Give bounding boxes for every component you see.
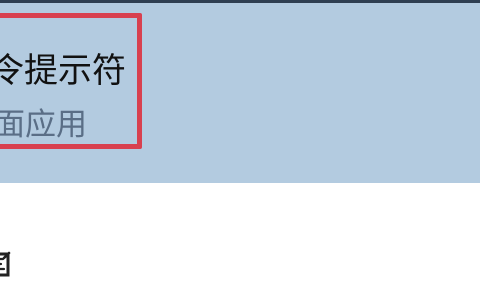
app-icon[interactable] [0, 249, 12, 279]
lower-results-panel [0, 183, 480, 300]
result-subtitle: 面应用 [0, 107, 87, 143]
start-search-screen: 令提示符 面应用 [0, 0, 480, 300]
result-title: 令提示符 [0, 51, 126, 91]
best-match-result-command-prompt[interactable]: 令提示符 面应用 [0, 3, 480, 183]
